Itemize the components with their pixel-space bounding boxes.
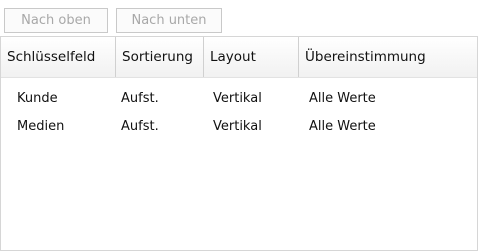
cell-layout: Vertikal bbox=[213, 119, 262, 134]
column-header-key-field[interactable]: Schlüsselfeld bbox=[1, 37, 116, 77]
table-row[interactable]: Kunde Aufst. Vertikal Alle Werte bbox=[1, 85, 477, 113]
key-field-grid: Schlüsselfeld Sortierung Layout Übereins… bbox=[0, 36, 478, 251]
move-up-button[interactable]: Nach oben bbox=[4, 8, 108, 33]
column-header-layout[interactable]: Layout bbox=[204, 37, 299, 77]
cell-layout: Vertikal bbox=[213, 91, 262, 106]
column-header-sorting[interactable]: Sortierung bbox=[116, 37, 204, 77]
break-settings-panel: Nach oben Nach unten Schlüsselfeld Sorti… bbox=[0, 0, 478, 251]
table-row[interactable]: Medien Aufst. Vertikal Alle Werte bbox=[1, 113, 477, 141]
cell-key-field: Kunde bbox=[17, 91, 58, 106]
column-header-match[interactable]: Übereinstimmung bbox=[299, 37, 477, 77]
cell-key-field: Medien bbox=[17, 119, 65, 134]
grid-header: Schlüsselfeld Sortierung Layout Übereins… bbox=[1, 37, 477, 78]
cell-match: Alle Werte bbox=[309, 119, 376, 134]
move-down-button[interactable]: Nach unten bbox=[116, 8, 222, 33]
cell-sorting: Aufst. bbox=[121, 91, 159, 106]
cell-match: Alle Werte bbox=[309, 91, 376, 106]
toolbar: Nach oben Nach unten bbox=[0, 0, 478, 36]
cell-sorting: Aufst. bbox=[121, 119, 159, 134]
